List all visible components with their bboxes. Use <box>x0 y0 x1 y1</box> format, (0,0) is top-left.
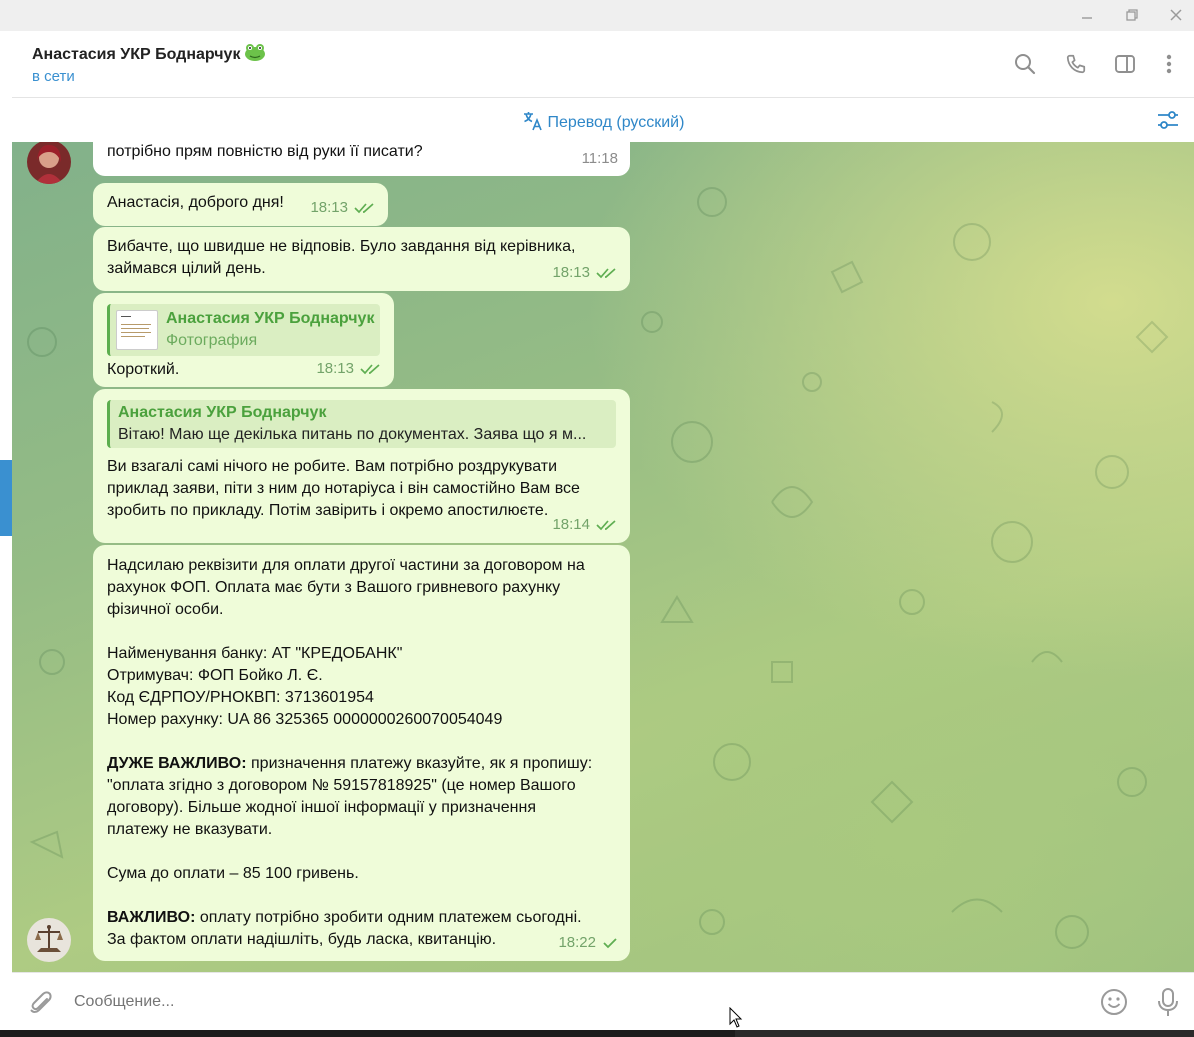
chat-area: потрібно прям повністю від руки її писат… <box>12 142 1194 972</box>
message-text-line: зробить по прикладу. Потім завірить і ок… <box>107 502 549 519</box>
message-composer <box>12 972 1194 1031</box>
translate-label: Перевод (русский) <box>547 114 685 131</box>
message-text: потрібно прям повністю від руки її писат… <box>107 143 423 160</box>
message-text-line: платежу не вказувати. <box>107 821 273 838</box>
attach-button[interactable] <box>26 988 54 1016</box>
message-time: 11:18 <box>581 150 618 167</box>
chat-header: Анастасия УКР Боднарчук в сети <box>12 31 1194 98</box>
microphone-icon <box>1158 988 1178 1016</box>
voice-button[interactable] <box>1154 986 1182 1018</box>
translate-settings-icon <box>1158 111 1178 129</box>
close-button[interactable] <box>1161 3 1191 27</box>
message-meta: 11:18 <box>582 148 618 170</box>
message-bubble-outgoing[interactable]: Анастасія, доброго дня! 18:13 <box>93 183 388 226</box>
contact-avatar[interactable] <box>27 142 71 184</box>
reply-text: Фотография <box>166 332 258 349</box>
close-icon <box>1170 9 1182 21</box>
reply-preview[interactable]: Анастасия УКР Боднарчук Фотография <box>107 304 380 356</box>
message-text-line: договору). Більше жодної іншої інформаці… <box>107 799 536 816</box>
message-meta: 18:22 <box>558 932 618 954</box>
recipient-line: Отримувач: ФОП Бойко Л. Є. <box>107 667 323 684</box>
call-button[interactable] <box>1063 51 1089 77</box>
message-time: 18:13 <box>310 199 348 216</box>
sidebar-toggle-button[interactable] <box>1112 51 1138 77</box>
reply-author: Анастасия УКР Боднарчук <box>118 404 327 421</box>
important-label: ВАЖЛИВО: <box>107 909 196 926</box>
message-meta: 18:13 <box>310 197 376 219</box>
more-button[interactable] <box>1156 51 1182 77</box>
translate-settings-button[interactable] <box>1155 108 1181 132</box>
double-check-icon <box>596 268 616 279</box>
message-time: 18:13 <box>316 360 354 377</box>
message-input[interactable] <box>72 985 1086 1019</box>
message-text-line: приклад заяви, піти з ним до нотаріуса і… <box>107 480 580 497</box>
important-label: ДУЖЕ ВАЖЛИВО: <box>107 755 247 772</box>
taskbar <box>0 1030 1194 1037</box>
maximize-icon <box>1126 9 1138 21</box>
double-check-icon <box>596 520 616 531</box>
message-meta: 18:13 <box>552 262 618 284</box>
message-time: 18:14 <box>552 516 590 533</box>
message-bubble-incoming[interactable]: потрібно прям повністю від руки її писат… <box>93 142 630 176</box>
amount-line: Сума до оплати – 85 100 гривень. <box>107 865 359 882</box>
frog-emoji-icon <box>243 42 267 67</box>
message-text-line: Ви взагалі самі нічого не робите. Вам по… <box>107 458 558 475</box>
message-text-line: ВАЖЛИВО: оплату потрібно зробити одним п… <box>107 909 582 926</box>
message-meta: 18:14 <box>552 514 618 536</box>
message-text-line: фізичної особи. <box>107 601 224 618</box>
phone-icon <box>1066 54 1086 74</box>
attach-icon <box>30 991 52 1013</box>
double-check-icon <box>360 364 380 375</box>
restore-button[interactable] <box>1117 3 1147 27</box>
reply-author: Анастасия УКР Боднарчук <box>166 310 375 327</box>
account-number-line: Номер рахунку: UA 86 325365 000000026007… <box>107 711 503 728</box>
bank-name-line: Найменування банку: АТ "КРЕДОБАНК" <box>107 645 403 662</box>
message-bubble-outgoing[interactable]: Надсилаю реквізити для оплати другої час… <box>93 545 630 961</box>
message-text-line: Надсилаю реквізити для оплати другої час… <box>107 557 585 574</box>
double-check-icon <box>354 203 374 214</box>
reply-text: Вітаю! Маю ще декілька питань по докумен… <box>118 426 587 443</box>
single-check-icon <box>603 938 617 949</box>
message-text-line: За фактом оплати надішліть, будь ласка, … <box>107 931 497 948</box>
message-bubble-outgoing[interactable]: Анастасия УКР Боднарчук Фотография Корот… <box>93 293 394 387</box>
message-text-line: рахунок ФОП. Оплата має бути з Вашого гр… <box>107 579 561 596</box>
emoji-icon <box>1101 989 1127 1015</box>
translate-bar: Перевод (русский) <box>12 98 1194 142</box>
emoji-button[interactable] <box>1099 987 1129 1017</box>
translate-icon <box>523 112 542 131</box>
mouse-cursor-icon <box>729 1007 743 1028</box>
reply-photo-thumbnail <box>116 310 158 350</box>
minimize-button[interactable] <box>1072 3 1102 27</box>
translate-button[interactable]: Перевод (русский) <box>12 110 1194 132</box>
message-text-line: Вибачте, що швидше не відповів. Було зав… <box>107 238 576 255</box>
message-time: 18:13 <box>552 264 590 281</box>
online-status: в сети <box>32 68 75 85</box>
message-meta: 18:13 <box>316 358 382 380</box>
reply-preview[interactable]: Анастасия УКР Боднарчук Вітаю! Маю ще де… <box>107 400 616 448</box>
message-bubble-outgoing[interactable]: Анастасия УКР Боднарчук Вітаю! Маю ще де… <box>93 389 630 543</box>
message-text-line: "оплата згідно з договором № 59157818925… <box>107 777 576 794</box>
message-text-line: ДУЖЕ ВАЖЛИВО: призначення платежу вказуй… <box>107 755 593 772</box>
contact-name: Анастасия УКР Боднарчук <box>32 46 241 63</box>
taskbar-active-item[interactable] <box>735 1030 1194 1037</box>
message-time: 18:22 <box>558 934 596 951</box>
message-text-line: займався цілий день. <box>107 260 266 277</box>
chat-title[interactable]: Анастасия УКР Боднарчук <box>32 42 267 67</box>
window-titlebar <box>0 0 1194 31</box>
tax-code-line: Код ЄДРПОУ/РНОКВП: 3713601954 <box>107 689 374 706</box>
sidebar-toggle-icon <box>1115 55 1135 73</box>
search-icon <box>1015 54 1036 75</box>
search-button[interactable] <box>1012 51 1038 77</box>
side-indicator <box>0 460 12 536</box>
own-avatar[interactable] <box>27 918 71 962</box>
minimize-icon <box>1082 17 1092 19</box>
message-bubble-outgoing[interactable]: Вибачте, що швидше не відповів. Було зав… <box>93 227 630 291</box>
more-vertical-icon <box>1166 54 1172 74</box>
